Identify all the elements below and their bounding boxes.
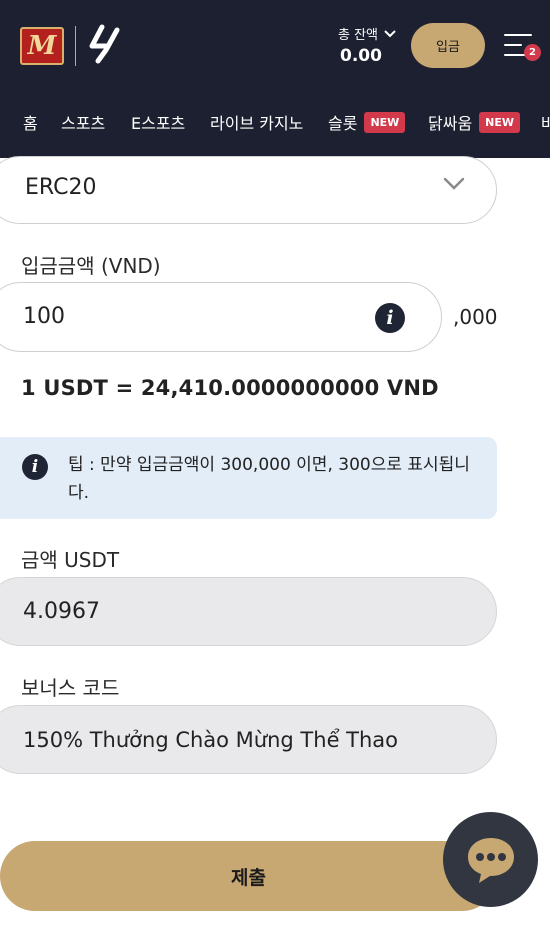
balance-value: 0.00 bbox=[340, 46, 382, 66]
nav-label: 스포츠 bbox=[61, 114, 106, 133]
submit-button[interactable]: 제출 bbox=[0, 841, 497, 911]
amount-input-value: 100 bbox=[23, 304, 65, 329]
notification-badge: 2 bbox=[524, 44, 541, 61]
bonus-label: 보너스 코드 bbox=[21, 676, 120, 700]
info-icon[interactable]: i bbox=[375, 303, 405, 333]
nav-label: 바 bbox=[541, 114, 550, 133]
usdt-amount-value: 4.0967 bbox=[23, 599, 100, 624]
tip-box: i 팁 : 만약 입금금액이 300,000 이면, 300으로 표시됩니다. bbox=[0, 437, 497, 519]
nav-item-cockfight[interactable]: 닭싸움 NEW bbox=[428, 110, 521, 134]
bonus-code-field[interactable]: 150% Thưởng Chào Mừng Thể Thao bbox=[0, 705, 497, 774]
brand-logo-icon[interactable]: M bbox=[20, 27, 64, 65]
menu-icon-line bbox=[504, 44, 522, 46]
usdt-amount-field: 4.0967 bbox=[0, 577, 497, 646]
amount-input[interactable]: 100 i bbox=[0, 282, 442, 352]
chevron-down-icon bbox=[384, 29, 396, 37]
menu-icon bbox=[504, 34, 532, 36]
nav-item-more[interactable]: 바 bbox=[541, 110, 550, 134]
nav-label: 닭싸움 bbox=[428, 114, 473, 133]
nav-label: 홈 bbox=[23, 114, 38, 133]
new-badge: NEW bbox=[364, 111, 406, 133]
balance-label: 총 잔액 bbox=[338, 28, 379, 43]
nav-item-sports[interactable]: 스포츠 bbox=[61, 110, 105, 134]
tip-text: 팁 : 만약 입금금액이 300,000 이면, 300으로 표시됩니다. bbox=[68, 455, 470, 503]
new-badge: NEW bbox=[479, 111, 521, 133]
amount-suffix: ,000 bbox=[453, 305, 498, 329]
laliga-logo-icon bbox=[89, 24, 120, 64]
top-header: M 총 잔액 0.00 입금 2 홈 스포츠 E스포츠 라이브 카지노 슬롯 NE… bbox=[0, 0, 550, 158]
chat-button[interactable] bbox=[443, 812, 538, 907]
chevron-down-icon bbox=[443, 177, 465, 190]
network-select-value: ERC20 bbox=[25, 175, 97, 200]
menu-button[interactable]: 2 bbox=[500, 30, 541, 64]
nav-item-esports[interactable]: E스포츠 bbox=[131, 110, 185, 134]
exchange-rate: 1 USDT = 24,410.0000000000 VND bbox=[21, 376, 439, 400]
bonus-code-value: 150% Thưởng Chào Mừng Thể Thao bbox=[23, 728, 399, 752]
usdt-label: 금액 USDT bbox=[21, 548, 120, 572]
nav-label: 슬롯 bbox=[328, 114, 358, 133]
amount-label: 입금금액 (VND) bbox=[21, 254, 161, 278]
chat-icon bbox=[467, 837, 514, 883]
nav-item-home[interactable]: 홈 bbox=[23, 110, 38, 134]
main-nav: 홈 스포츠 E스포츠 라이브 카지노 슬롯 NEW 닭싸움 NEW 바 bbox=[0, 104, 550, 144]
balance-toggle[interactable]: 총 잔액 bbox=[338, 24, 396, 43]
menu-icon-line bbox=[504, 54, 526, 56]
logo-divider bbox=[75, 26, 76, 66]
deposit-button[interactable]: 입금 bbox=[411, 23, 485, 68]
info-icon: i bbox=[22, 454, 48, 480]
nav-item-live-casino[interactable]: 라이브 카지노 bbox=[210, 110, 303, 134]
nav-label: E스포츠 bbox=[131, 114, 186, 133]
nav-item-slots[interactable]: 슬롯 NEW bbox=[328, 110, 406, 134]
network-select[interactable]: ERC20 bbox=[0, 156, 497, 224]
nav-label: 라이브 카지노 bbox=[210, 114, 304, 133]
